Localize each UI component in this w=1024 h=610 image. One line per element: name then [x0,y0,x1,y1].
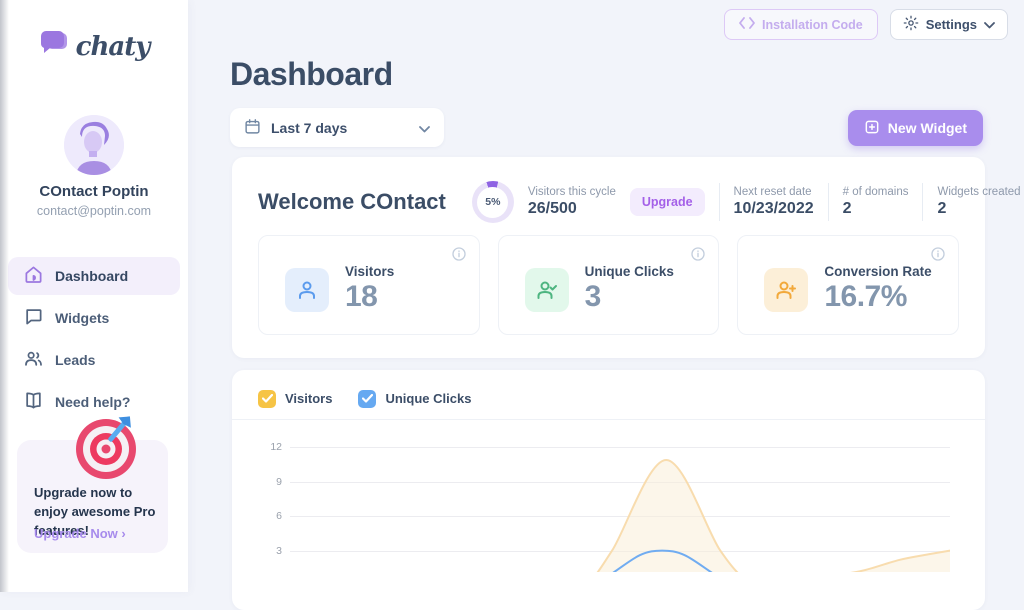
sidebar: chaty COntact Poptin contact@poptin.com … [0,0,188,592]
user-plus-icon [764,268,808,312]
date-range-select[interactable]: Last 7 days [230,108,444,147]
checkbox-checked-icon [358,390,376,408]
chart-series-svg [290,440,950,572]
legend-visitors-toggle[interactable]: Visitors [258,390,332,408]
user-check-icon [525,268,569,312]
legend-label: Unique Clicks [385,391,471,406]
chevron-down-icon [419,120,430,136]
page-title: Dashboard [230,56,393,93]
plus-square-icon [864,119,880,138]
conversion-rate-stat-card: Conversion Rate 16.7% [737,235,959,335]
sidebar-item-leads[interactable]: Leads [8,341,180,379]
divider [828,183,829,221]
app-logo[interactable]: chaty [0,30,188,63]
checkbox-checked-icon [258,390,276,408]
stat-value: 3 [585,280,719,314]
visitors-stat-card: Visitors 18 [258,235,480,335]
upgrade-now-link[interactable]: Upgrade Now › [34,526,126,541]
upgrade-promo-card: Upgrade now to enjoy awesome Pro feature… [17,440,168,553]
visitors-cycle-metric: Visitors this cycle 26/500 [528,186,616,218]
y-axis-tick-label: 6 [256,510,282,522]
divider [719,183,720,221]
home-icon [24,265,43,287]
chart-card: Visitors Unique Clicks 12 9 6 3 [232,370,985,610]
y-axis-tick-label: 3 [256,545,282,557]
calendar-icon [244,118,261,138]
profile-name: COntact Poptin [0,183,188,200]
stat-value: 16.7% [824,280,958,314]
users-icon [24,349,43,371]
profile-email: contact@poptin.com [0,204,188,218]
sidebar-item-label: Need help? [55,394,130,410]
date-range-value: Last 7 days [271,120,347,136]
welcome-title: Welcome COntact [258,189,446,215]
chart-plot: 12 9 6 3 [232,420,985,572]
y-axis-tick-label: 12 [256,441,282,453]
info-icon[interactable] [930,246,946,267]
user-icon [285,268,329,312]
chart-legend: Visitors Unique Clicks [232,370,985,412]
chevron-down-icon [984,17,995,32]
settings-button[interactable]: Settings [890,9,1008,40]
sidebar-item-label: Leads [55,352,95,368]
next-reset-metric: Next reset date 10/23/2022 [734,186,814,218]
unique-clicks-stat-card: Unique Clicks 3 [498,235,720,335]
topbar: Installation Code Settings [724,9,1008,40]
chat-icon [24,307,43,329]
avatar [64,115,124,175]
legend-label: Visitors [285,391,332,406]
sidebar-item-widgets[interactable]: Widgets [8,299,180,337]
stat-value: 18 [345,280,479,314]
main-content: Installation Code Settings Dashboard Las… [188,0,1024,592]
chat-bubble-icon [39,30,69,63]
domains-metric: # of domains 2 [843,186,909,218]
divider [922,183,923,221]
stat-cards-row: Visitors 18 Unique Clicks 3 [258,235,959,335]
upgrade-badge[interactable]: Upgrade [630,188,705,216]
book-icon [24,391,43,413]
dartboard-icon [72,411,148,483]
info-icon[interactable] [690,246,706,267]
welcome-card: Welcome COntact 5% Visitors this cycle 2… [232,157,985,358]
usage-progress-ring: 5% [472,181,514,223]
installation-code-button[interactable]: Installation Code [724,9,878,40]
chevron-right-icon: › [121,526,125,541]
sidebar-item-dashboard[interactable]: Dashboard [8,257,180,295]
widgets-created-metric: Widgets created 2 [937,186,1020,218]
y-axis-tick-label: 9 [256,476,282,488]
sidebar-item-label: Dashboard [55,268,128,284]
gear-icon [903,15,919,34]
app-name: chaty [76,32,150,62]
code-icon [739,17,755,32]
sidebar-item-label: Widgets [55,310,109,326]
new-widget-button[interactable]: New Widget [848,110,983,146]
usage-progress-value: 5% [477,187,508,218]
info-icon[interactable] [451,246,467,267]
sidebar-nav: Dashboard Widgets Leads [8,257,180,421]
legend-unique-clicks-toggle[interactable]: Unique Clicks [358,390,471,408]
